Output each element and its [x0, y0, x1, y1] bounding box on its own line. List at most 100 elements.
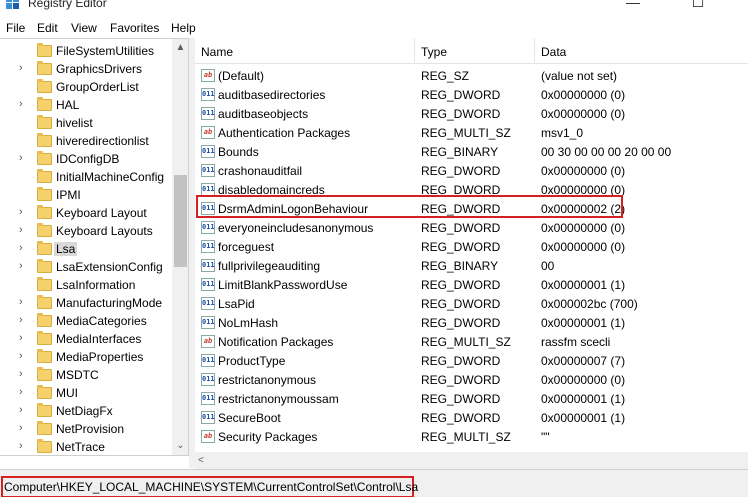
value-row[interactable]: ab Notification Packages REG_MULTI_SZ rassf…	[195, 332, 748, 351]
tree-item[interactable]: › IDConfigDB	[0, 150, 172, 168]
column-header-name[interactable]: Name	[195, 38, 415, 64]
expand-chevron-icon[interactable]: ›	[19, 386, 23, 398]
value-row[interactable]: 011 ProductType REG_DWORD 0x00000007 (7)	[195, 351, 748, 370]
registry-key-tree[interactable]: ▲ ⌄ FileSystemUtilities › GraphicsDrivers G…	[0, 38, 189, 456]
expand-chevron-icon[interactable]: ›	[19, 152, 23, 164]
column-header-type[interactable]: Type	[415, 38, 535, 64]
folder-icon	[37, 295, 52, 309]
expand-chevron-icon[interactable]: ›	[19, 98, 23, 110]
string-value-icon: ab	[201, 430, 215, 443]
value-name: Notification Packages	[218, 335, 334, 349]
value-row[interactable]: 011 Bounds REG_BINARY 00 30 00 00 00 20 00 …	[195, 142, 748, 161]
expand-chevron-icon[interactable]: ›	[19, 260, 23, 272]
key-path-address[interactable]: Computer\HKEY_LOCAL_MACHINE\SYSTEM\Curre…	[1, 476, 418, 497]
tree-item[interactable]: IPMI	[0, 186, 172, 204]
value-type: REG_DWORD	[421, 278, 501, 292]
value-name: Authentication Packages	[218, 126, 351, 140]
value-data: 0x00000000 (0)	[541, 373, 626, 387]
value-data: 0x00000001 (1)	[541, 316, 626, 330]
tree-item[interactable]: › ManufacturingMode	[0, 294, 172, 312]
value-row[interactable]: ab Security Packages REG_MULTI_SZ ""	[195, 427, 748, 446]
tree-item[interactable]: › LsaExtensionConfig	[0, 258, 172, 276]
tree-item-label: LsaExtensionConfig	[56, 260, 163, 274]
column-header-data[interactable]: Data	[535, 38, 748, 64]
expand-chevron-icon[interactable]: ›	[19, 206, 23, 218]
value-row[interactable]: 011 SecureBoot REG_DWORD 0x00000001 (1)	[195, 408, 748, 427]
scroll-up-arrow-icon[interactable]: ▲	[172, 39, 188, 56]
expand-chevron-icon[interactable]: ›	[19, 368, 23, 380]
value-name: auditbaseobjects	[218, 107, 309, 121]
value-row[interactable]: ab Authentication Packages REG_MULTI_SZ msv…	[195, 123, 748, 142]
scroll-thumb[interactable]	[174, 175, 187, 267]
tree-vertical-scrollbar[interactable]: ▲ ⌄	[172, 39, 188, 455]
tree-item[interactable]: › MediaInterfaces	[0, 330, 172, 348]
value-row[interactable]: 011 LimitBlankPasswordUse REG_DWORD 0x00000…	[195, 275, 748, 294]
scroll-left-arrow-icon[interactable]: <	[198, 452, 212, 469]
value-name: restrictanonymous	[218, 373, 317, 387]
value-row[interactable]: 011 auditbasedirectories REG_DWORD 0x000000…	[195, 85, 748, 104]
expand-chevron-icon[interactable]: ›	[19, 62, 23, 74]
tree-item[interactable]: › HAL	[0, 96, 172, 114]
folder-icon	[37, 205, 52, 219]
value-row[interactable]: 011 crashonauditfail REG_DWORD 0x00000000 (…	[195, 161, 748, 180]
menu-edit[interactable]: Edit	[37, 21, 58, 35]
string-value-icon: ab	[201, 335, 215, 348]
menu-help[interactable]: Help	[171, 21, 196, 35]
tree-item[interactable]: hiveredirectionlist	[0, 132, 172, 150]
menu-view[interactable]: View	[71, 21, 97, 35]
expand-chevron-icon[interactable]: ›	[19, 350, 23, 362]
tree-item[interactable]: hivelist	[0, 114, 172, 132]
tree-item[interactable]: › GraphicsDrivers	[0, 60, 172, 78]
tree-item[interactable]: › NetTrace	[0, 438, 172, 455]
tree-item[interactable]: LsaInformation	[0, 276, 172, 294]
expand-chevron-icon[interactable]: ›	[19, 224, 23, 236]
expand-chevron-icon[interactable]: ›	[19, 440, 23, 452]
menu-file[interactable]: File	[6, 21, 25, 35]
tree-item[interactable]: GroupOrderList	[0, 78, 172, 96]
value-data: msv1_0	[541, 126, 584, 140]
expand-chevron-icon[interactable]: ›	[19, 314, 23, 326]
tree-item[interactable]: › MUI	[0, 384, 172, 402]
tree-item-label: MSDTC	[56, 368, 99, 382]
folder-icon	[37, 115, 52, 129]
value-row[interactable]: 011 fullprivilegeauditing REG_BINARY 00	[195, 256, 748, 275]
value-name: fullprivilegeauditing	[218, 259, 321, 273]
tree-item[interactable]: FileSystemUtilities	[0, 42, 172, 60]
tree-item-label: MediaProperties	[56, 350, 144, 364]
binary-value-icon: 011	[201, 297, 215, 310]
maximize-button[interactable]: ☐	[675, 0, 721, 12]
value-row[interactable]: 011 restrictanonymous REG_DWORD 0x00000000 …	[195, 370, 748, 389]
value-row[interactable]: 011 restrictanonymoussam REG_DWORD 0x000000…	[195, 389, 748, 408]
value-row[interactable]: 011 NoLmHash REG_DWORD 0x00000001 (1)	[195, 313, 748, 332]
tree-item[interactable]: InitialMachineConfig	[0, 168, 172, 186]
value-name: restrictanonymoussam	[218, 392, 339, 406]
expand-chevron-icon[interactable]: ›	[19, 296, 23, 308]
tree-item-label: Keyboard Layouts	[56, 224, 153, 238]
registry-values-list[interactable]: Name Type Data ab (Default) REG_SZ (value n…	[195, 38, 748, 468]
value-row[interactable]: 011 forceguest REG_DWORD 0x00000000 (0)	[195, 237, 748, 256]
tree-item[interactable]: › Lsa	[0, 240, 172, 258]
tree-item[interactable]: › MediaCategories	[0, 312, 172, 330]
minimize-button[interactable]: —	[610, 0, 656, 12]
values-horizontal-scrollbar[interactable]: <	[195, 452, 748, 469]
tree-item[interactable]: › MSDTC	[0, 366, 172, 384]
menu-favorites[interactable]: Favorites	[110, 21, 159, 35]
value-name: LsaPid	[218, 297, 255, 311]
value-row[interactable]: 011 auditbaseobjects REG_DWORD 0x00000000 (…	[195, 104, 748, 123]
value-type: REG_DWORD	[421, 221, 501, 235]
expand-chevron-icon[interactable]: ›	[19, 404, 23, 416]
expand-chevron-icon[interactable]: ›	[19, 422, 23, 434]
folder-icon	[37, 439, 52, 453]
tree-item[interactable]: › Keyboard Layouts	[0, 222, 172, 240]
tree-item[interactable]: › MediaProperties	[0, 348, 172, 366]
tree-item[interactable]: › NetDiagFx	[0, 402, 172, 420]
tree-item[interactable]: › NetProvision	[0, 420, 172, 438]
expand-chevron-icon[interactable]: ›	[19, 332, 23, 344]
value-row[interactable]: ab (Default) REG_SZ (value not set)	[195, 66, 748, 85]
expand-chevron-icon[interactable]: ›	[19, 242, 23, 254]
scroll-down-arrow-icon[interactable]: ⌄	[172, 437, 188, 454]
value-type: REG_DWORD	[421, 373, 501, 387]
value-row[interactable]: 011 LsaPid REG_DWORD 0x000002bc (700)	[195, 294, 748, 313]
value-row[interactable]: 011 everyoneincludesanonymous REG_DWORD 0x0…	[195, 218, 748, 237]
tree-item[interactable]: › Keyboard Layout	[0, 204, 172, 222]
